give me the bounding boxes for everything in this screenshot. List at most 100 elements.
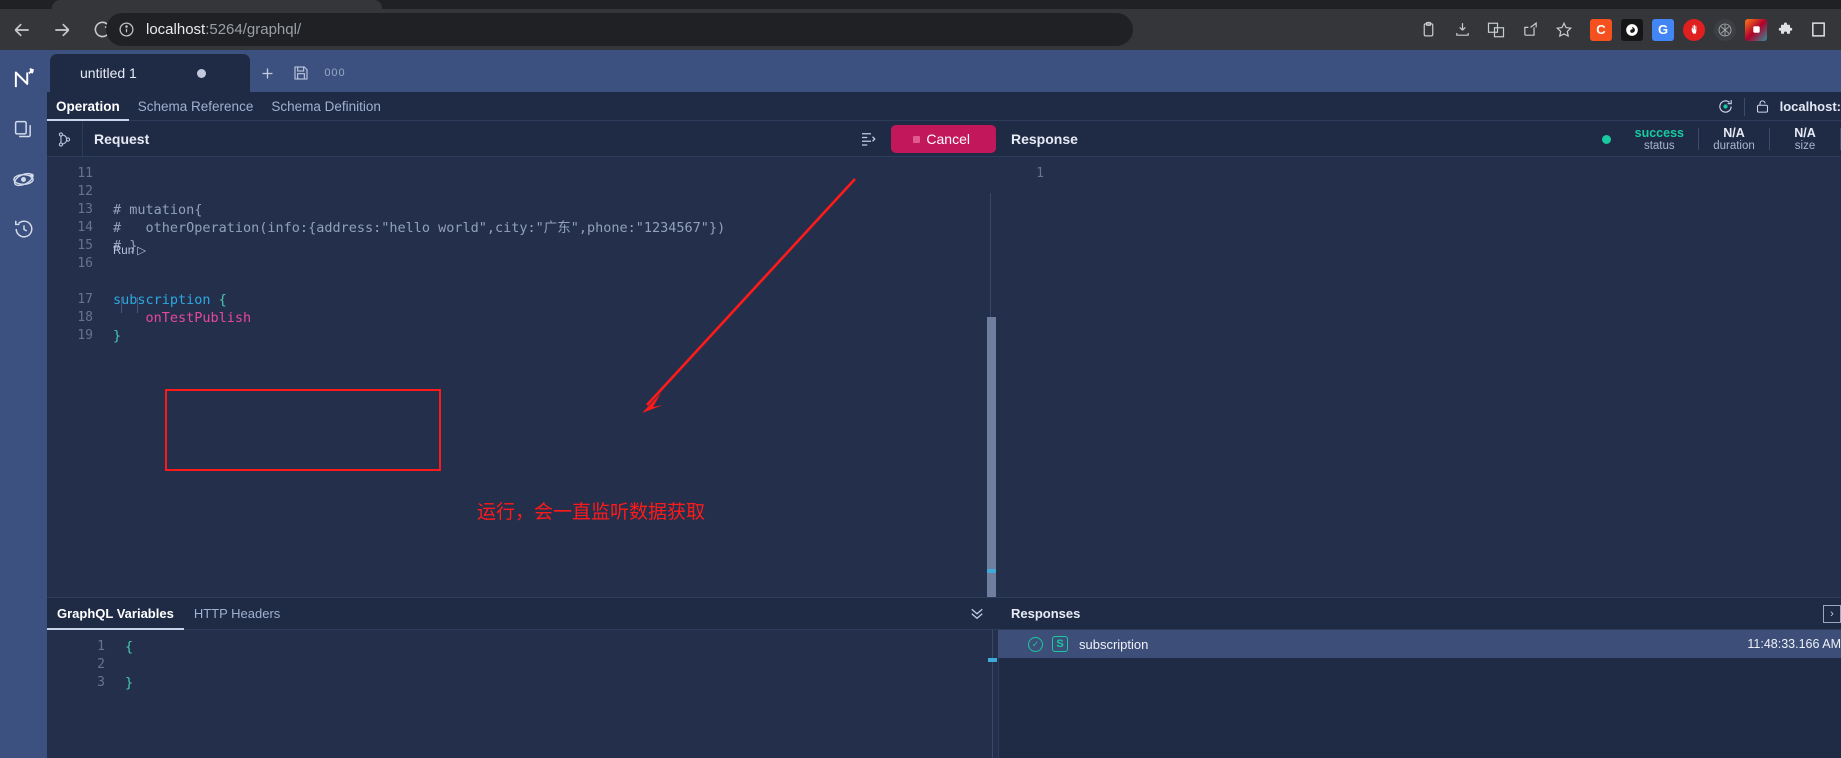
duration-label: duration [1713,139,1755,152]
variables-code-editor[interactable]: 1{2 3} [47,630,998,758]
code-line: 17 subscription { [47,291,947,309]
document-tabbar: untitled 1 000 [47,50,1841,92]
extensions-puzzle-icon[interactable] [1776,19,1798,41]
document-tab-label: untitled 1 [80,65,137,81]
scrollbar-marker [987,569,996,573]
response-pane-title: Response [1011,130,1078,147]
left-icon-rail [0,50,47,758]
request-pane-header: Request Cancel [47,121,998,157]
code-text: onTestPublish [113,310,252,326]
code-line: 14 # otherOperation(info:{address:"hello … [47,219,947,237]
toolbar-divider [1743,97,1745,116]
add-tab-icon[interactable] [250,54,284,92]
expand-right-icon[interactable]: › [1823,605,1841,623]
request-header-actions: Cancel [857,121,996,157]
save-icon[interactable] [284,54,318,92]
unlocked-padlock-icon[interactable] [1755,98,1770,115]
request-editor-scrollbar[interactable] [987,193,996,597]
extension-icon-dark[interactable] [1621,18,1643,41]
status-label: status [1643,139,1675,152]
chevron-double-down-icon[interactable] [968,604,986,627]
duration-stat: N/A duration [1699,126,1769,153]
history-branch-icon[interactable] [47,121,83,157]
document-tab-untitled-1[interactable]: untitled 1 [50,54,250,92]
scrollbar-thumb[interactable] [987,317,996,597]
code-line: 3} [47,674,947,692]
main-split-area: Request Cancel 11 12 13 # mutation{14 # othe… [47,121,1841,758]
altair-graphql-app: untitled 1 000 Operation Schema Referenc… [0,50,1841,758]
response-code-editor[interactable]: 1 [998,157,1841,597]
line-number: 17 [77,292,93,307]
size-label: size [1794,139,1816,152]
check-circle-icon: ✓ [1028,636,1043,652]
variables-tabs: GraphQL Variables HTTP Headers [47,597,998,630]
responses-panel-title: Responses [1011,606,1081,621]
code-line: 1{ [47,638,947,656]
prettify-icon[interactable] [857,128,879,150]
line-number: 16 [77,256,93,271]
code-line: 2 [47,656,947,674]
line-number: 12 [77,184,93,199]
line-number: 2 [97,657,105,672]
app-logo-icon[interactable] [0,54,47,104]
line-number: 3 [97,675,105,690]
extension-icon-red-hand[interactable] [1683,18,1705,41]
line-number: 1 [1036,166,1044,181]
line-number: 19 [77,328,93,343]
tab-http-headers[interactable]: HTTP Headers [184,597,290,630]
tab-more-menu-icon[interactable]: 000 [318,54,352,92]
forward-icon[interactable] [44,12,80,48]
unsaved-indicator-dot [196,68,206,78]
response-pane-header: Response success status N/A duration N/A [998,121,1841,157]
install-app-icon[interactable] [1449,17,1475,43]
address-bar[interactable]: localhost:5264/graphql/ [106,13,1133,46]
browser-nav-bar: localhost:5264/graphql/ C G [0,9,1841,50]
site-info-icon[interactable] [118,21,136,39]
line-number: 14 [77,220,93,235]
translate-icon[interactable] [1483,17,1509,43]
tab-schema-reference-label: Schema Reference [137,98,254,114]
tab-operation-label: Operation [56,98,120,114]
responses-list-item[interactable]: ✓ Ssubscription 11:48:33.166 AM [998,630,1841,658]
browser-tabstrip [0,0,1841,9]
code-line: 1 [998,165,1798,183]
tab-operation[interactable]: Operation [47,92,129,121]
request-code-editor[interactable]: 11 12 13 # mutation{14 # otherOperation(info… [47,157,998,597]
extension-icon-google-translate[interactable]: G [1652,18,1674,41]
extension-icon-colorpick[interactable] [1745,18,1767,41]
extensions-area: C G [1590,13,1829,46]
bookmark-star-icon[interactable] [1551,17,1577,43]
share-icon[interactable] [1517,17,1543,43]
tab-more-label: 000 [324,67,346,79]
code-line: 11 [47,165,947,183]
refresh-docs-icon[interactable] [1717,98,1734,115]
line-number: 15 [77,238,93,253]
code-line: 16 [47,255,947,273]
back-icon[interactable] [4,12,40,48]
tab-schema-definition[interactable]: Schema Definition [262,92,390,121]
atom-icon[interactable] [0,154,47,204]
copy-documents-icon[interactable] [0,104,47,154]
url-path: :5264/graphql/ [205,21,302,38]
tab-graphql-variables[interactable]: GraphQL Variables [47,597,184,630]
browser-chrome: localhost:5264/graphql/ C G [0,0,1841,50]
size-value: N/A [1794,125,1816,140]
status-dot [1601,134,1611,144]
endpoint-url-label[interactable]: localhost: [1780,99,1841,114]
tab-schema-reference[interactable]: Schema Reference [129,92,263,121]
tab-http-headers-label: HTTP Headers [193,606,281,621]
extension-icon-gray-circle[interactable] [1714,18,1736,41]
history-clock-icon[interactable] [0,204,47,254]
cancel-stop-icon [913,135,921,143]
code-text: # otherOperation(info:{address:"hello wo… [113,220,726,236]
status-value: success [1634,125,1684,140]
clipboard-icon[interactable] [1415,17,1441,43]
cancel-button[interactable]: Cancel [891,125,996,153]
line-number: 13 [77,202,93,217]
run-codelens-button[interactable]: Run ▷ [113,243,146,257]
browser-menu-icon[interactable] [1807,19,1829,41]
section-tabs: Operation Schema Reference Schema Defini… [47,92,1841,121]
code-line: 13 # mutation{ [47,201,947,219]
browser-tab[interactable] [52,0,382,9]
extension-icon-c[interactable]: C [1590,18,1612,41]
